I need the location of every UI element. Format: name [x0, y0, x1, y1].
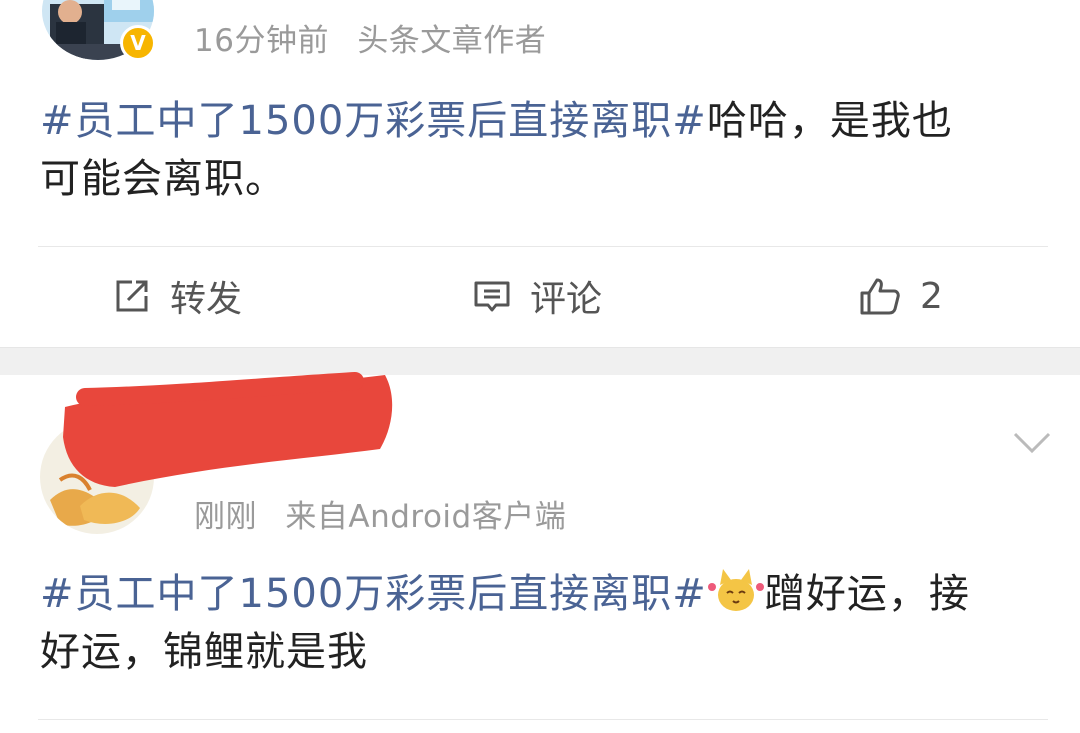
text-line: 好运，锦鲤就是我 — [40, 629, 368, 675]
author-title: 头条文章作者 — [357, 23, 547, 59]
redacted-username — [63, 372, 393, 487]
post-text: #员工中了1500万彩票后直接离职# 蹭好运，接 好运，锦鲤就是我 — [40, 565, 1040, 681]
like-count: 2 — [920, 275, 943, 317]
repost-button[interactable]: 转发 — [112, 268, 242, 324]
post-card-2: 刚刚 来自Android客户端 #员工中了1500万彩票后直接离职# 蹭好运，接… — [0, 372, 1080, 733]
like-button[interactable]: 2 — [858, 268, 943, 324]
divider — [38, 719, 1048, 720]
post-time: 刚刚 — [194, 499, 257, 535]
hashtag-link[interactable]: #员工中了1500万彩票后直接离职# — [40, 571, 707, 617]
text-line: 哈哈，是我也 — [706, 98, 953, 144]
comment-button[interactable]: 评论 — [472, 268, 602, 324]
repost-label: 转发 — [170, 279, 243, 320]
post-time: 16分钟前 — [194, 23, 329, 59]
chevron-down-icon[interactable] — [1012, 430, 1052, 456]
comment-icon — [474, 281, 510, 312]
post-text: #员工中了1500万彩票后直接离职#哈哈，是我也 可能会离职。 — [40, 92, 1040, 208]
verified-badge: V — [120, 25, 156, 61]
like-icon — [860, 278, 900, 315]
comment-label: 评论 — [530, 279, 603, 320]
hashtag-link[interactable]: #员工中了1500万彩票后直接离职# — [40, 98, 707, 144]
text-line: 蹭好运，接 — [764, 571, 970, 617]
post-meta: 16分钟前 头条文章作者 — [194, 15, 564, 60]
cat-emoji-icon — [707, 569, 764, 611]
text-line: 可能会离职。 — [40, 156, 286, 202]
post-card-1: V 16分钟前 头条文章作者 #员工中了1500万彩票后直接离职#哈哈，是我也 … — [0, 0, 1080, 347]
post-meta: 刚刚 来自Android客户端 — [194, 491, 584, 536]
divider — [38, 246, 1048, 247]
post-source: 来自Android客户端 — [285, 499, 567, 535]
repost-icon — [116, 280, 148, 312]
